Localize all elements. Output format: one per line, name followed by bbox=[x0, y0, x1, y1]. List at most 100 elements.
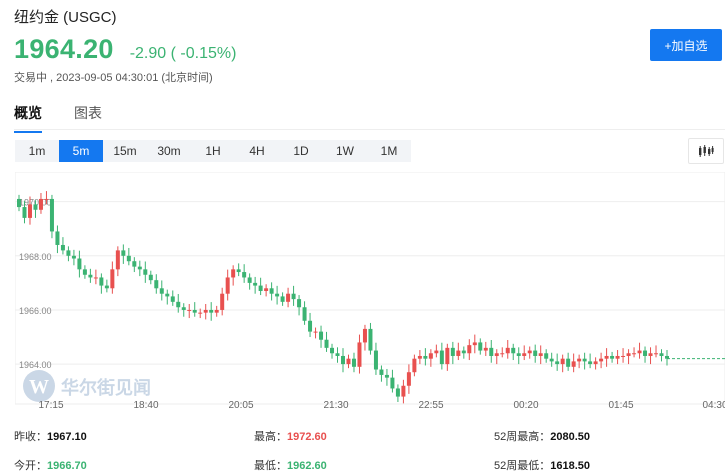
interval-5m[interactable]: 5m bbox=[59, 140, 103, 162]
candle-body bbox=[489, 347, 494, 356]
watermark-text: 华尔街见闻 bbox=[61, 377, 151, 399]
candles bbox=[17, 191, 669, 404]
candle-body bbox=[390, 377, 395, 389]
candle-body bbox=[428, 353, 433, 359]
interval-30m[interactable]: 30m bbox=[147, 140, 191, 162]
candle-body bbox=[654, 353, 659, 355]
candle-body bbox=[478, 342, 483, 351]
candle-body bbox=[49, 198, 54, 232]
last-price: 1964.20 bbox=[14, 34, 114, 64]
candle-body bbox=[154, 280, 159, 289]
candle-body bbox=[621, 355, 626, 357]
candle-body bbox=[110, 269, 115, 289]
instrument-title: 纽约金 (USGC) bbox=[14, 9, 117, 26]
candle-body bbox=[439, 350, 444, 365]
candle-body bbox=[357, 342, 362, 367]
candle-body bbox=[297, 299, 302, 308]
candle-body bbox=[247, 277, 252, 283]
candle-body bbox=[258, 285, 263, 291]
candle-body bbox=[450, 347, 455, 356]
x-tick-label: 04:30 bbox=[702, 400, 725, 411]
x-tick-label: 20:05 bbox=[228, 400, 253, 411]
candle-body bbox=[176, 301, 181, 308]
candle-body bbox=[308, 320, 313, 332]
candle-body bbox=[434, 350, 439, 354]
candle-body bbox=[401, 385, 406, 397]
candle-body bbox=[362, 328, 367, 343]
candle-body bbox=[71, 255, 76, 259]
candle-body bbox=[659, 353, 664, 356]
candle-body bbox=[187, 309, 192, 311]
candle-body bbox=[181, 307, 186, 310]
candle-body bbox=[373, 350, 378, 370]
candle-body bbox=[214, 309, 219, 313]
candle-body bbox=[203, 309, 208, 313]
interval-1h[interactable]: 1H bbox=[191, 140, 235, 162]
candle-body bbox=[231, 269, 236, 278]
candle-body bbox=[511, 347, 516, 354]
candle-body bbox=[406, 372, 411, 386]
candle-body bbox=[324, 339, 329, 348]
candle-body bbox=[604, 355, 609, 359]
wk52-low-value: 1618.50 bbox=[550, 460, 591, 472]
y-tick-label: 1968.00 bbox=[19, 252, 52, 262]
x-tick-label: 22:55 bbox=[418, 400, 443, 411]
candle-body bbox=[66, 250, 71, 256]
interval-1mo[interactable]: 1M bbox=[367, 140, 411, 162]
candle-body bbox=[82, 269, 87, 275]
interval-1d[interactable]: 1D bbox=[279, 140, 323, 162]
interval-15m[interactable]: 15m bbox=[103, 140, 147, 162]
candle-body bbox=[192, 309, 197, 313]
candle-body bbox=[209, 309, 214, 313]
candle-body bbox=[412, 358, 417, 373]
x-tick-label: 00:20 bbox=[513, 400, 538, 411]
candle-body bbox=[346, 358, 351, 365]
candle-body bbox=[269, 288, 274, 294]
trading-status: 交易中 , 2023-09-05 04:30:01 (北京时间) bbox=[14, 72, 213, 84]
candle-body bbox=[549, 358, 554, 362]
candle-body bbox=[395, 388, 400, 397]
x-tick-label: 18:40 bbox=[133, 400, 158, 411]
candle-body bbox=[626, 353, 631, 356]
candle-body bbox=[55, 231, 60, 245]
candle-body bbox=[423, 355, 428, 359]
candlestick-chart-icon[interactable] bbox=[688, 138, 724, 164]
add-to-watchlist-button[interactable]: +加自选 bbox=[650, 29, 722, 61]
candle-body bbox=[483, 347, 488, 351]
x-tick-label: 17:15 bbox=[38, 400, 63, 411]
wk52-low-label: 52周最低： bbox=[494, 460, 551, 472]
candle-body bbox=[286, 293, 291, 302]
candle-body bbox=[264, 288, 269, 291]
candle-body bbox=[60, 244, 65, 251]
x-tick-label: 01:45 bbox=[608, 400, 633, 411]
candle-body bbox=[445, 347, 450, 365]
candle-body bbox=[126, 255, 131, 262]
candle-body bbox=[313, 331, 318, 333]
interval-1m[interactable]: 1m bbox=[15, 140, 59, 162]
candle-body bbox=[104, 285, 109, 289]
interval-1w[interactable]: 1W bbox=[323, 140, 367, 162]
candle-body bbox=[242, 272, 247, 278]
candle-body bbox=[384, 374, 389, 378]
candle-body bbox=[22, 207, 27, 218]
candle-body bbox=[637, 350, 642, 354]
candle-body bbox=[615, 355, 620, 359]
candle-body bbox=[571, 361, 576, 367]
candle-body bbox=[137, 266, 142, 270]
candle-body bbox=[302, 307, 307, 321]
candle-body bbox=[610, 355, 615, 359]
candle-body bbox=[500, 353, 505, 355]
candle-body bbox=[330, 347, 335, 354]
wk52-high-value: 2080.50 bbox=[550, 431, 591, 443]
price-chart[interactable]: 1970.001968.001966.001964.00 W 华尔街见闻 17:… bbox=[15, 172, 725, 412]
interval-4h[interactable]: 4H bbox=[235, 140, 279, 162]
candle-body bbox=[132, 261, 137, 267]
candle-body bbox=[220, 293, 225, 310]
open-value: 1966.70 bbox=[47, 460, 87, 472]
candle-body bbox=[472, 342, 477, 346]
candle-body bbox=[99, 277, 104, 286]
candle-body bbox=[516, 353, 521, 356]
candle-body bbox=[143, 269, 148, 275]
candle-body bbox=[115, 250, 120, 270]
candle-body bbox=[236, 269, 241, 273]
